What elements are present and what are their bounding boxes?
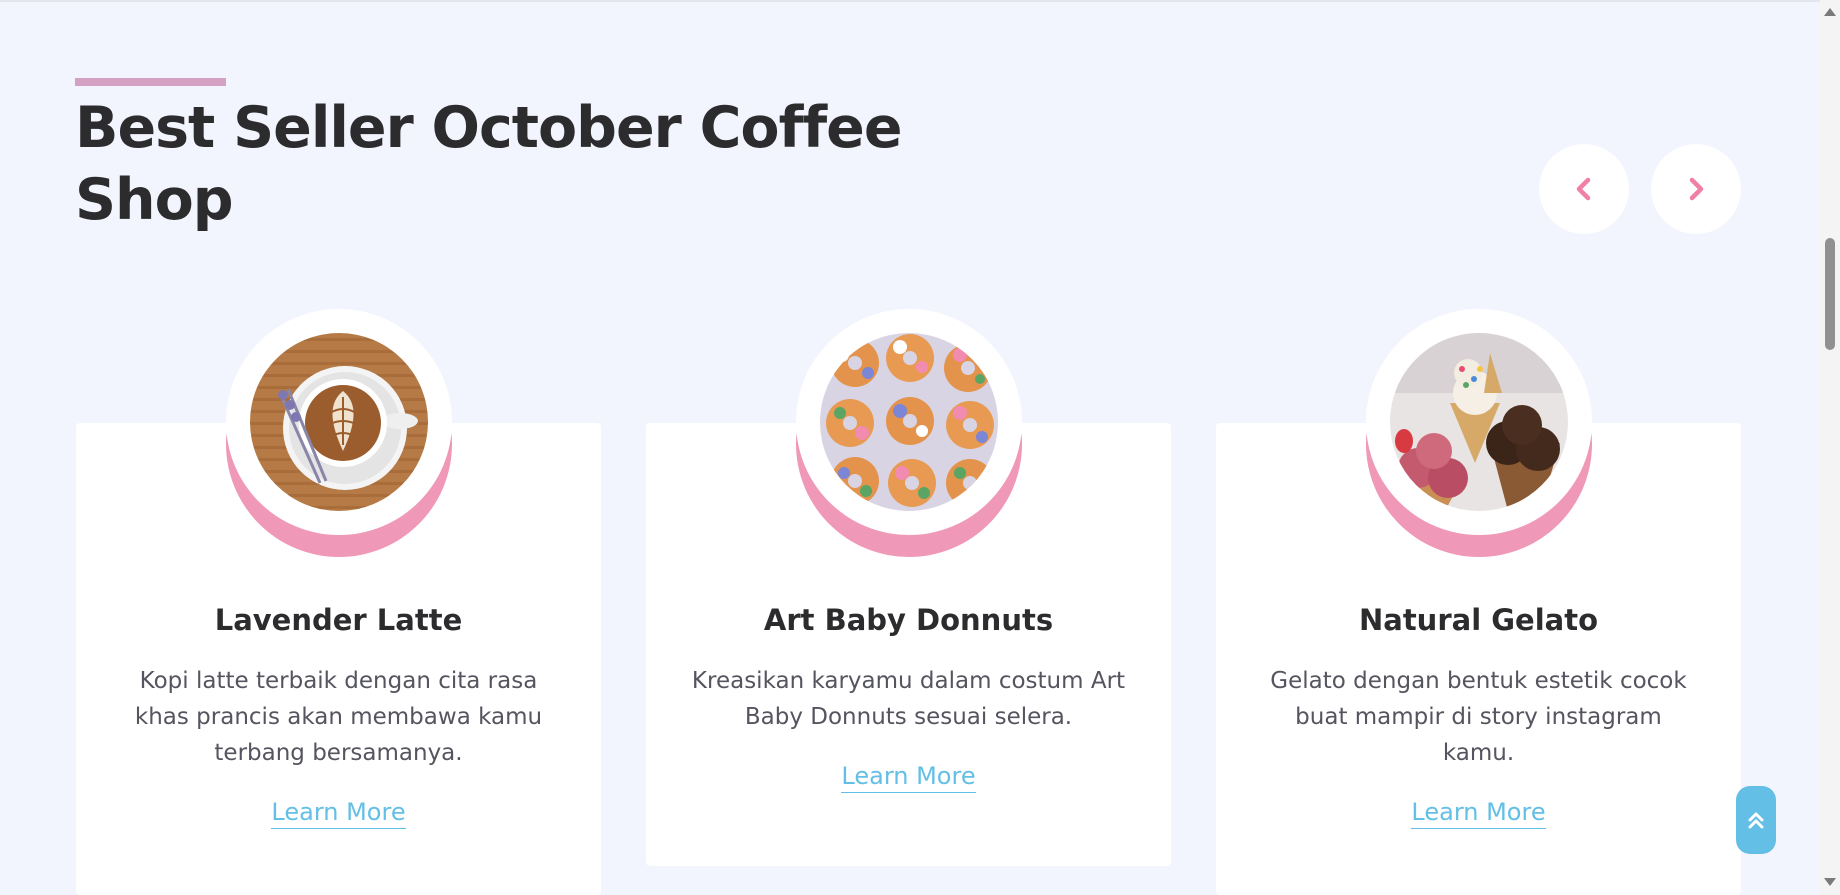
- carousel-next-button[interactable]: [1651, 144, 1741, 234]
- scrollbar-thumb[interactable]: [1825, 238, 1835, 350]
- product-description: Kopi latte terbaik dengan cita rasa khas…: [134, 668, 543, 766]
- product-image-frame: [1366, 309, 1592, 557]
- donuts-image: [820, 333, 998, 511]
- section-title: Best Seller October Coffee Shop: [75, 95, 903, 233]
- product-description: Kreasikan karyamu dalam costum Art Baby …: [691, 668, 1126, 730]
- page-scrollbar[interactable]: [1820, 0, 1840, 895]
- learn-more-link[interactable]: Learn More: [1411, 798, 1546, 829]
- product-title: Art Baby Donnuts: [763, 603, 1054, 637]
- product-image-frame: [796, 309, 1022, 557]
- product-description: Gelato dengan bentuk estetik cocok buat …: [1270, 668, 1687, 766]
- double-chevron-up-icon: [1748, 812, 1764, 829]
- section-accent-bar: [75, 78, 226, 86]
- carousel-prev-button[interactable]: [1539, 144, 1629, 234]
- latte-image: [250, 333, 428, 511]
- learn-more-link[interactable]: Learn More: [271, 798, 406, 829]
- learn-more-link[interactable]: Learn More: [841, 762, 976, 793]
- chevron-right-icon: [1689, 177, 1704, 201]
- scroll-down-icon[interactable]: [1824, 878, 1836, 886]
- top-border: [0, 0, 1820, 2]
- chevron-left-icon: [1576, 177, 1591, 201]
- product-title: Natural Gelato: [1358, 603, 1599, 637]
- scroll-up-icon[interactable]: [1824, 8, 1836, 16]
- scroll-to-top-button[interactable]: [1736, 786, 1776, 854]
- gelato-image: [1390, 333, 1568, 511]
- product-title: Lavender Latte: [214, 603, 463, 637]
- product-image-frame: [226, 309, 452, 557]
